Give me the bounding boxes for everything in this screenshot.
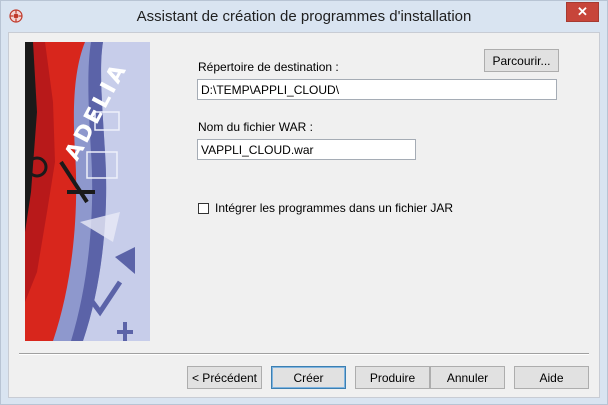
close-icon: ✕ bbox=[577, 4, 588, 19]
close-button[interactable]: ✕ bbox=[566, 2, 599, 22]
create-button[interactable]: Créer bbox=[271, 366, 346, 389]
cancel-button[interactable]: Annuler bbox=[430, 366, 505, 389]
browse-button[interactable]: Parcourir... bbox=[484, 49, 559, 72]
jar-checkbox[interactable] bbox=[198, 203, 209, 214]
previous-button[interactable]: < Précédent bbox=[187, 366, 262, 389]
war-file-label: Nom du fichier WAR : bbox=[198, 120, 313, 134]
adelia-banner-image: ADELIA bbox=[25, 42, 150, 341]
destination-input[interactable] bbox=[197, 79, 557, 100]
war-file-input[interactable] bbox=[197, 139, 416, 160]
bottom-separator bbox=[19, 353, 589, 355]
wizard-window: Assistant de création de programmes d'in… bbox=[0, 0, 608, 405]
window-title: Assistant de création de programmes d'in… bbox=[136, 8, 472, 25]
destination-label: Répertoire de destination : bbox=[198, 60, 339, 74]
title-bar: Assistant de création de programmes d'in… bbox=[1, 1, 607, 32]
help-button[interactable]: Aide bbox=[514, 366, 589, 389]
jar-checkbox-label[interactable]: Intégrer les programmes dans un fichier … bbox=[215, 201, 453, 215]
produce-button[interactable]: Produire bbox=[355, 366, 430, 389]
dialog-client-area: ADELIA Répertoire de destination : Parco… bbox=[8, 32, 600, 398]
